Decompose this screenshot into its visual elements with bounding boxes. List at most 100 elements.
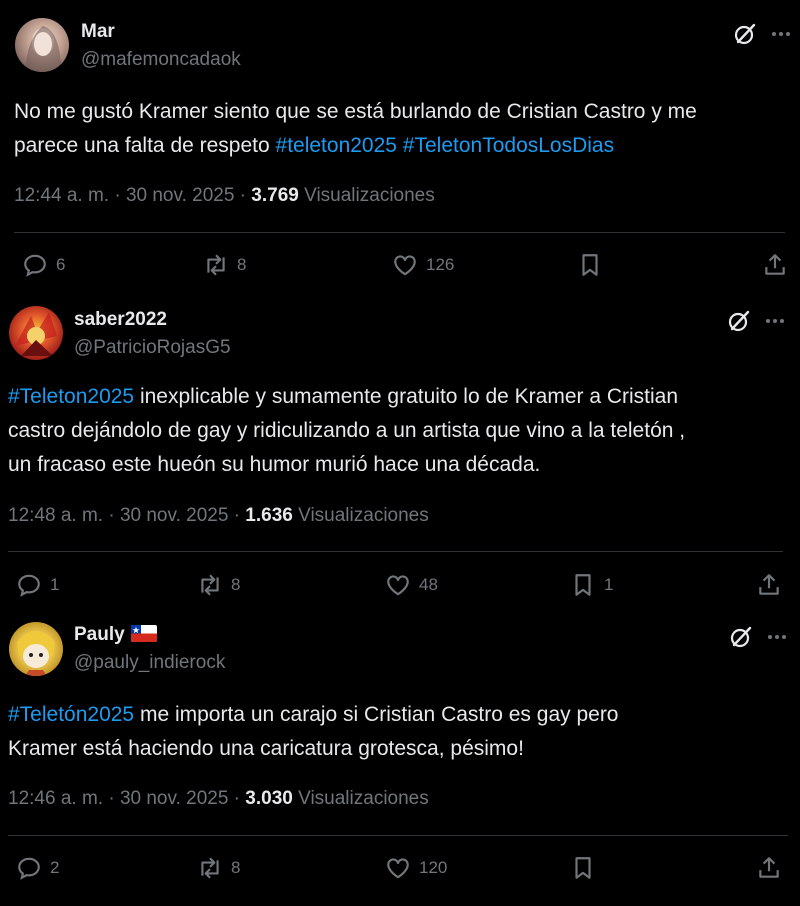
text-segment: parece una falta de respeto — [14, 134, 276, 157]
user-handle[interactable]: @PatricioRojasG5 — [74, 337, 231, 359]
avatar-image-icon — [15, 312, 57, 356]
like-button[interactable]: 126 — [392, 250, 454, 280]
bookmark-icon — [582, 254, 598, 276]
text-segment: un fracaso este hueón su humor murió hac… — [8, 453, 541, 476]
share-icon — [765, 254, 785, 275]
repost-icon — [201, 574, 219, 596]
tweet-text: No me gustó Kramer siento que se está bu… — [14, 95, 697, 163]
bookmark-icon — [575, 857, 591, 879]
more-options-icon[interactable] — [761, 307, 789, 335]
view-count: 3.030 — [245, 788, 293, 809]
divider — [8, 835, 788, 836]
tweet-metadata: 12:46 a. m. · 30 nov. 2025 · 3.030 Visua… — [8, 788, 429, 810]
share-icon — [759, 574, 779, 595]
bookmark-button[interactable] — [570, 853, 604, 883]
divider — [8, 551, 783, 552]
tweet[interactable]: Mar @mafemoncadaok No me gustó Kramer si… — [0, 0, 800, 292]
repost-button[interactable]: 8 — [203, 250, 246, 280]
text-segment: inexplicable y sumamente gratuito lo de … — [134, 385, 679, 408]
tweet-text-line: parece una falta de respeto #teleton2025… — [14, 129, 697, 163]
view-count: 1.636 — [245, 505, 293, 526]
display-name[interactable]: Mar — [81, 21, 115, 43]
bookmark-button[interactable]: 1 — [570, 570, 613, 600]
grok-icon[interactable] — [727, 623, 755, 651]
repost-count: 8 — [231, 858, 241, 877]
tweet-text-line: castro dejándolo de gay y ridiculizando … — [8, 414, 685, 448]
reply-button[interactable]: 1 — [16, 570, 59, 600]
like-count: 48 — [419, 575, 438, 594]
grok-icon[interactable] — [725, 307, 753, 335]
repost-icon — [207, 254, 225, 276]
bookmark-icon — [575, 574, 591, 596]
tweet-text-line: No me gustó Kramer siento que se está bu… — [14, 95, 697, 129]
views-label: Visualizaciones — [298, 185, 435, 206]
action-bar: 6 8 126 — [0, 250, 800, 280]
tweet-metadata: 12:48 a. m. · 30 nov. 2025 · 1.636 Visua… — [8, 505, 429, 527]
repost-count: 8 — [237, 255, 247, 274]
repost-button[interactable]: 8 — [197, 853, 240, 883]
reply-count: 1 — [50, 575, 60, 594]
action-bar: 1 8 48 1 — [0, 570, 800, 600]
reply-icon — [18, 574, 40, 597]
action-bar: 2 8 120 — [0, 853, 800, 883]
hashtag-link[interactable]: #TeletonTodosLosDias — [403, 134, 614, 157]
tweet-text: #Teleton2025 inexplicable y sumamente gr… — [8, 380, 685, 482]
hashtag-link[interactable]: #Teleton2025 — [8, 385, 134, 408]
reply-count: 2 — [50, 858, 60, 877]
heart-icon — [387, 858, 409, 879]
timestamp[interactable]: 12:44 a. m. · 30 nov. 2025 · — [14, 185, 251, 206]
display-name-text: Pauly — [74, 624, 125, 645]
avatar-image-icon — [17, 631, 55, 676]
hashtag-link[interactable]: #Teletón2025 — [8, 703, 134, 726]
share-button[interactable] — [762, 250, 788, 280]
reply-button[interactable]: 6 — [22, 250, 65, 280]
repost-button[interactable]: 8 — [197, 570, 240, 600]
share-icon — [759, 857, 779, 878]
bookmark-button[interactable] — [577, 250, 611, 280]
user-handle[interactable]: @pauly_indierock — [74, 652, 225, 674]
tweet-text: #Teletón2025 me importa un carajo si Cri… — [8, 698, 619, 766]
tweet[interactable]: Pauly @pauly_indierock #Teletón2025 me i… — [0, 610, 800, 906]
grok-icon[interactable] — [731, 20, 759, 48]
like-button[interactable]: 48 — [385, 570, 438, 600]
text-segment: castro dejándolo de gay y ridiculizando … — [8, 419, 686, 442]
repost-count: 8 — [231, 575, 241, 594]
views-label: Visualizaciones — [292, 788, 429, 809]
divider — [14, 232, 785, 233]
views-label: Visualizaciones — [292, 505, 429, 526]
tweet-text-line: un fracaso este hueón su humor murió hac… — [8, 448, 685, 482]
tweet-text-line: Kramer está haciendo una caricatura grot… — [8, 732, 619, 766]
avatar[interactable] — [15, 18, 69, 72]
timestamp[interactable]: 12:46 a. m. · 30 nov. 2025 · — [8, 788, 245, 809]
more-options-icon[interactable] — [763, 623, 791, 651]
text-segment: No me gustó Kramer siento que se está bu… — [14, 100, 697, 123]
share-button[interactable] — [756, 570, 782, 600]
heart-icon — [387, 575, 409, 596]
like-count: 120 — [419, 858, 448, 877]
like-count: 126 — [426, 255, 455, 274]
avatar[interactable] — [9, 622, 63, 676]
reply-icon — [24, 254, 46, 277]
chile-flag-icon — [130, 625, 157, 642]
text-segment: Kramer está haciendo una caricatura grot… — [8, 737, 524, 760]
reply-button[interactable]: 2 — [16, 853, 59, 883]
tweet-text-line: #Teletón2025 me importa un carajo si Cri… — [8, 698, 619, 732]
like-button[interactable]: 120 — [385, 853, 447, 883]
heart-icon — [394, 255, 416, 276]
user-handle[interactable]: @mafemoncadaok — [81, 49, 241, 71]
hashtag-link[interactable]: #teleton2025 — [276, 134, 397, 157]
display-name[interactable]: saber2022 — [74, 309, 167, 331]
avatar-image-icon — [25, 26, 61, 72]
avatar[interactable] — [9, 306, 63, 360]
tweet[interactable]: saber2022 @PatricioRojasG5 #Teleton2025 … — [0, 292, 800, 610]
view-count: 3.769 — [251, 185, 299, 206]
more-options-icon[interactable] — [767, 20, 795, 48]
timestamp[interactable]: 12:48 a. m. · 30 nov. 2025 · — [8, 505, 245, 526]
text-segment: me importa un carajo si Cristian Castro … — [134, 703, 619, 726]
repost-icon — [201, 857, 219, 879]
tweet-metadata: 12:44 a. m. · 30 nov. 2025 · 3.769 Visua… — [14, 185, 435, 207]
tweet-text-line: #Teleton2025 inexplicable y sumamente gr… — [8, 380, 685, 414]
reply-count: 6 — [56, 255, 66, 274]
share-button[interactable] — [756, 853, 782, 883]
display-name[interactable]: Pauly — [74, 624, 157, 646]
